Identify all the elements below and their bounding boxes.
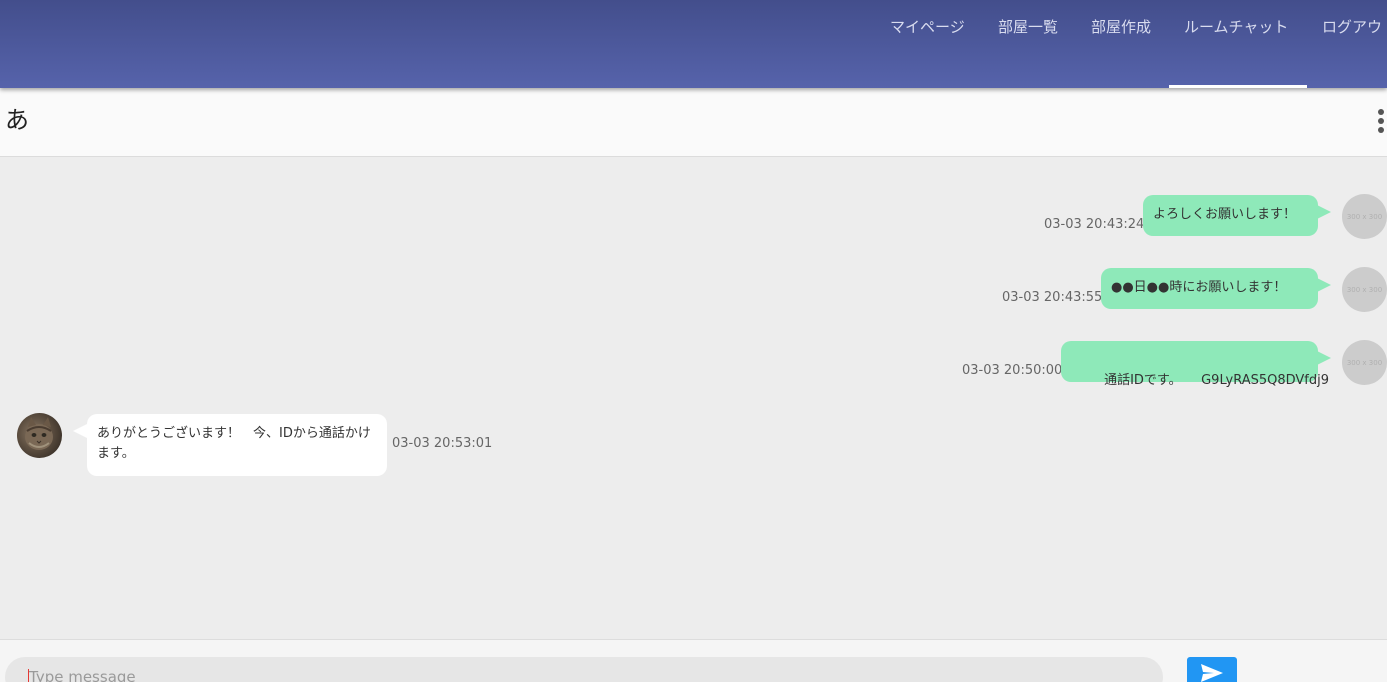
text-caret: [28, 669, 29, 682]
nav-logout-label: ログアウ: [1322, 18, 1383, 36]
nav-room-create-label: 部屋作成: [1091, 18, 1152, 36]
nav-room-list-label: 部屋一覧: [998, 18, 1059, 36]
message-text: ありがとうございます！ 今、IDから通話かけます。: [97, 426, 371, 461]
cat-photo-icon: [25, 417, 53, 450]
active-tab-indicator: [1169, 85, 1307, 88]
nav-mypage[interactable]: マイページ: [890, 14, 965, 88]
top-nav-bar: マイページ 部屋一覧 部屋作成 ルームチャット ログアウ: [0, 0, 1387, 88]
message-timestamp: 03-03 20:53:01: [392, 436, 493, 451]
message-input[interactable]: [5, 657, 1163, 682]
nav-room-list[interactable]: 部屋一覧: [998, 14, 1058, 88]
room-header: あ: [0, 88, 1387, 157]
message-item: ありがとうございます！ 今、IDから通話かけます。 03-03 20:53:01: [0, 157, 1387, 487]
nav-room-create[interactable]: 部屋作成: [1091, 14, 1151, 88]
nav-room-chat[interactable]: ルームチャット: [1184, 14, 1288, 88]
message-composer: [0, 639, 1387, 682]
avatar: [17, 413, 62, 458]
nav-room-chat-label: ルームチャット: [1184, 18, 1289, 36]
nav-mypage-label: マイページ: [890, 18, 965, 36]
room-title: あ: [5, 106, 29, 134]
bubble-tail: [73, 424, 87, 438]
more-vert-icon[interactable]: [1377, 109, 1387, 135]
send-button[interactable]: [1187, 657, 1237, 682]
send-icon: [1201, 664, 1223, 682]
chat-page: マイページ 部屋一覧 部屋作成 ルームチャット ログアウ あ 03-03 20:…: [0, 0, 1387, 682]
message-list: 03-03 20:43:24 よろしくお願いします！ 300 x 300 03-…: [0, 157, 1387, 639]
message-bubble: ありがとうございます！ 今、IDから通話かけます。: [87, 414, 387, 476]
nav-logout[interactable]: ログアウ: [1322, 14, 1382, 88]
